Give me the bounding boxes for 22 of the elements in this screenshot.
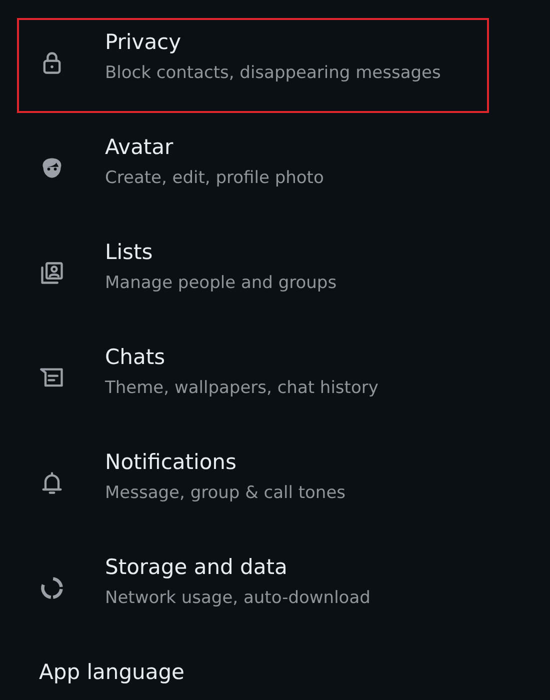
- settings-item[interactable]: App language: [17, 648, 489, 690]
- item-subtitle: Block contacts, disappearing messages: [105, 63, 441, 83]
- contacts-icon: [39, 260, 65, 286]
- item-subtitle: Network usage, auto-download: [105, 588, 370, 608]
- settings-item[interactable]: Notifications Message, group & call tones: [17, 438, 489, 533]
- settings-item[interactable]: Storage and data Network usage, auto-download: [17, 543, 489, 638]
- ring-icon: [39, 575, 65, 601]
- settings-item[interactable]: Chats Theme, wallpapers, chat history: [17, 333, 489, 428]
- item-title: Privacy: [105, 30, 182, 54]
- item-subtitle: Message, group & call tones: [105, 483, 346, 503]
- settings-item[interactable]: Avatar Create, edit, profile photo: [17, 123, 489, 218]
- item-title: Chats: [105, 345, 166, 369]
- item-title: Avatar: [105, 135, 174, 159]
- item-title: Notifications: [105, 450, 238, 474]
- item-subtitle: Theme, wallpapers, chat history: [105, 378, 378, 398]
- settings-item[interactable]: Privacy Block contacts, disappearing messages: [17, 18, 489, 113]
- item-subtitle: Manage people and groups: [105, 273, 337, 293]
- item-title: App language: [39, 660, 184, 684]
- item-title: Lists: [105, 240, 154, 264]
- item-subtitle: Create, edit, profile photo: [105, 168, 324, 188]
- item-title: Storage and data: [105, 555, 288, 579]
- settings-item[interactable]: Lists Manage people and groups: [17, 228, 489, 323]
